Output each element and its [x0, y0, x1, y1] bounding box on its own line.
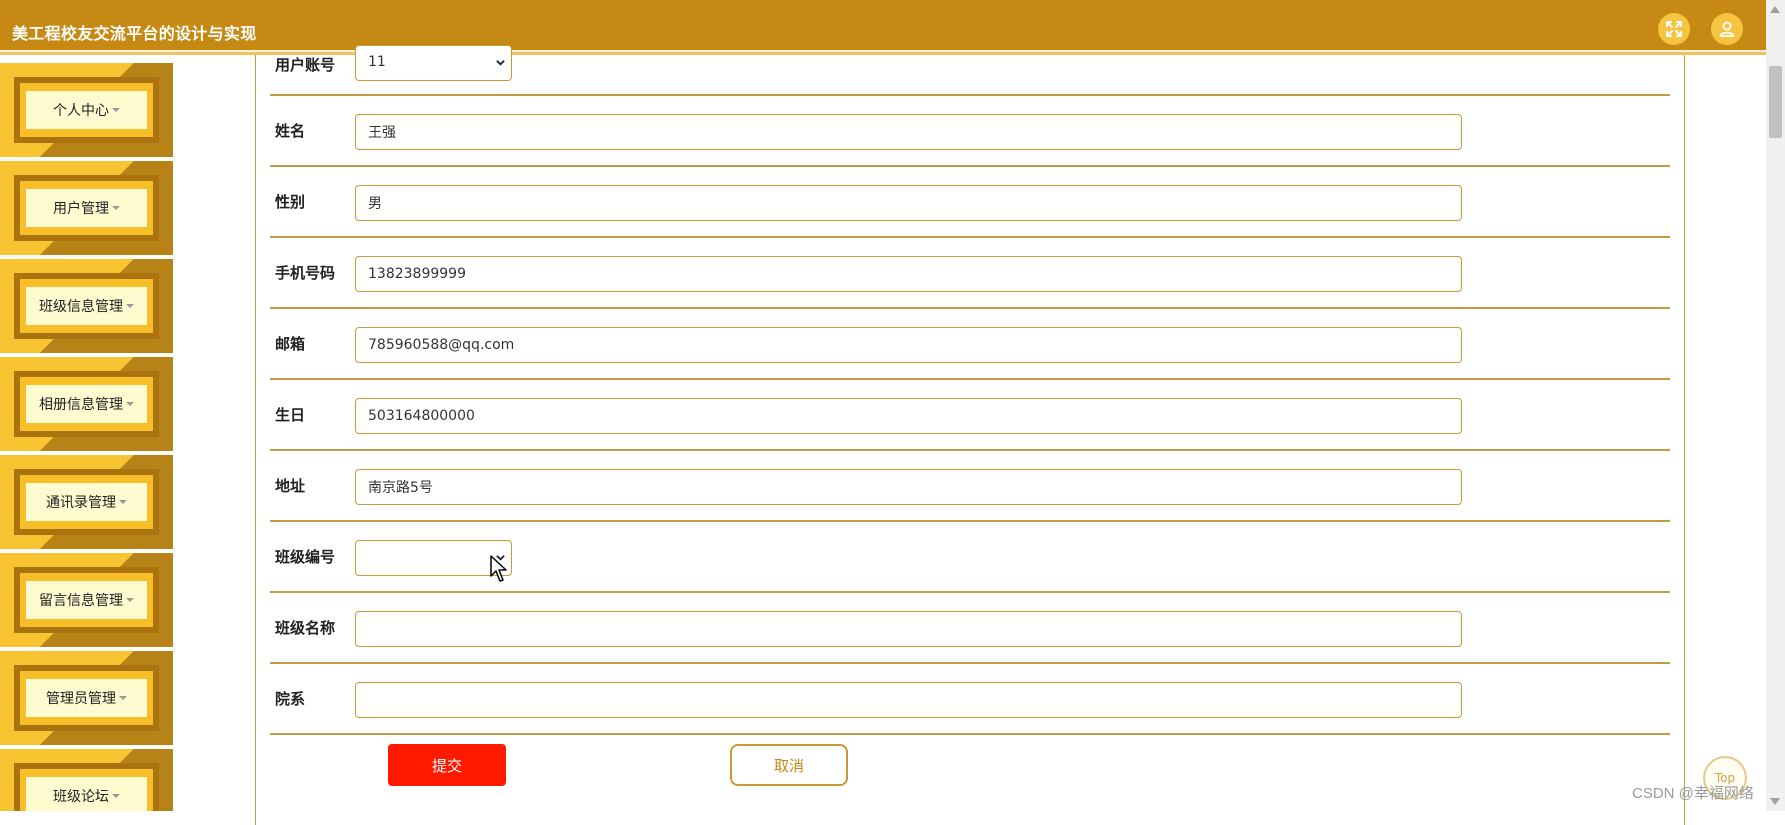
field-label: 姓名	[275, 122, 306, 140]
class-number-select[interactable]	[355, 540, 512, 576]
form-row-birthday: 生日	[270, 380, 1670, 451]
page-scrollbar[interactable]	[1766, 0, 1785, 811]
watermark-text: CSDN @幸福网络	[1632, 785, 1754, 802]
sidebar-item-label: 通讯录管理	[46, 495, 116, 511]
sidebar-item-messages[interactable]: 留言信息管理	[0, 553, 173, 647]
field-label: 邮箱	[275, 335, 306, 353]
scroll-thumb[interactable]	[1769, 66, 1782, 138]
form-row-email: 邮箱	[270, 309, 1670, 380]
caret-down-icon	[126, 402, 134, 406]
caret-down-icon	[112, 108, 120, 112]
phone-input[interactable]	[355, 256, 1462, 292]
birthday-input[interactable]	[355, 398, 1462, 434]
name-input[interactable]	[355, 114, 1462, 150]
caret-down-icon	[119, 696, 127, 700]
form-row-phone: 手机号码	[270, 238, 1670, 309]
submit-button[interactable]: 提交	[388, 744, 506, 786]
field-label: 院系	[275, 690, 306, 708]
caret-down-icon	[112, 794, 120, 798]
caret-down-icon	[119, 500, 127, 504]
field-label: 用户账号	[275, 56, 336, 74]
sidebar-item-label: 用户管理	[53, 201, 109, 217]
scroll-down-arrow-icon[interactable]	[1770, 798, 1780, 805]
cancel-button[interactable]: 取消	[730, 744, 848, 786]
account-select[interactable]: 11	[355, 45, 512, 81]
sidebar-item-label: 留言信息管理	[39, 593, 123, 609]
sidebar: 个人中心 用户管理 班级信息管理 相册信息管理 通讯录管理 留言信息管理 管理员…	[0, 55, 173, 811]
form-row-name: 姓名	[270, 96, 1670, 167]
sidebar-item-label: 相册信息管理	[39, 397, 123, 413]
caret-down-icon	[126, 598, 134, 602]
user-menu-button[interactable]	[1711, 13, 1743, 45]
form-row-gender: 性别	[270, 167, 1670, 238]
select-value: 11	[368, 54, 386, 70]
field-label: 班级名称	[275, 619, 336, 637]
scroll-up-arrow-icon[interactable]	[1770, 6, 1780, 13]
mouse-cursor-icon	[490, 555, 507, 582]
sidebar-item-label: 管理员管理	[46, 691, 116, 707]
sidebar-item-class-info[interactable]: 班级信息管理	[0, 259, 173, 353]
form-row-account: 用户账号 11	[270, 25, 1670, 96]
sidebar-item-contacts[interactable]: 通讯录管理	[0, 455, 173, 549]
field-label: 生日	[275, 406, 306, 424]
sidebar-item-label: 个人中心	[53, 103, 109, 119]
sidebar-item-label: 班级信息管理	[39, 299, 123, 315]
form-row-class-name: 班级名称	[270, 593, 1670, 664]
gender-input[interactable]	[355, 185, 1462, 221]
field-label: 性别	[275, 193, 306, 211]
sidebar-item-personal-center[interactable]: 个人中心	[0, 63, 173, 157]
field-label: 地址	[275, 477, 306, 495]
sidebar-item-class-forum[interactable]: 班级论坛	[0, 749, 173, 811]
address-input[interactable]	[355, 469, 1462, 505]
form-row-class-number: 班级编号	[270, 522, 1670, 593]
sidebar-item-album-info[interactable]: 相册信息管理	[0, 357, 173, 451]
email-input[interactable]	[355, 327, 1462, 363]
sidebar-item-label: 班级论坛	[53, 789, 109, 805]
app-title: 美工程校友交流平台的设计与实现	[12, 24, 257, 43]
caret-down-icon	[112, 206, 120, 210]
sidebar-item-user-management[interactable]: 用户管理	[0, 161, 173, 255]
class-name-input[interactable]	[355, 611, 1462, 647]
caret-down-icon	[126, 304, 134, 308]
chevron-down-icon	[496, 60, 505, 66]
form-row-address: 地址	[270, 451, 1670, 522]
field-label: 手机号码	[275, 264, 336, 282]
sidebar-item-admins[interactable]: 管理员管理	[0, 651, 173, 745]
department-input[interactable]	[355, 682, 1462, 718]
field-label: 班级编号	[275, 548, 336, 566]
form-row-department: 院系	[270, 664, 1670, 735]
user-icon	[1719, 21, 1735, 37]
